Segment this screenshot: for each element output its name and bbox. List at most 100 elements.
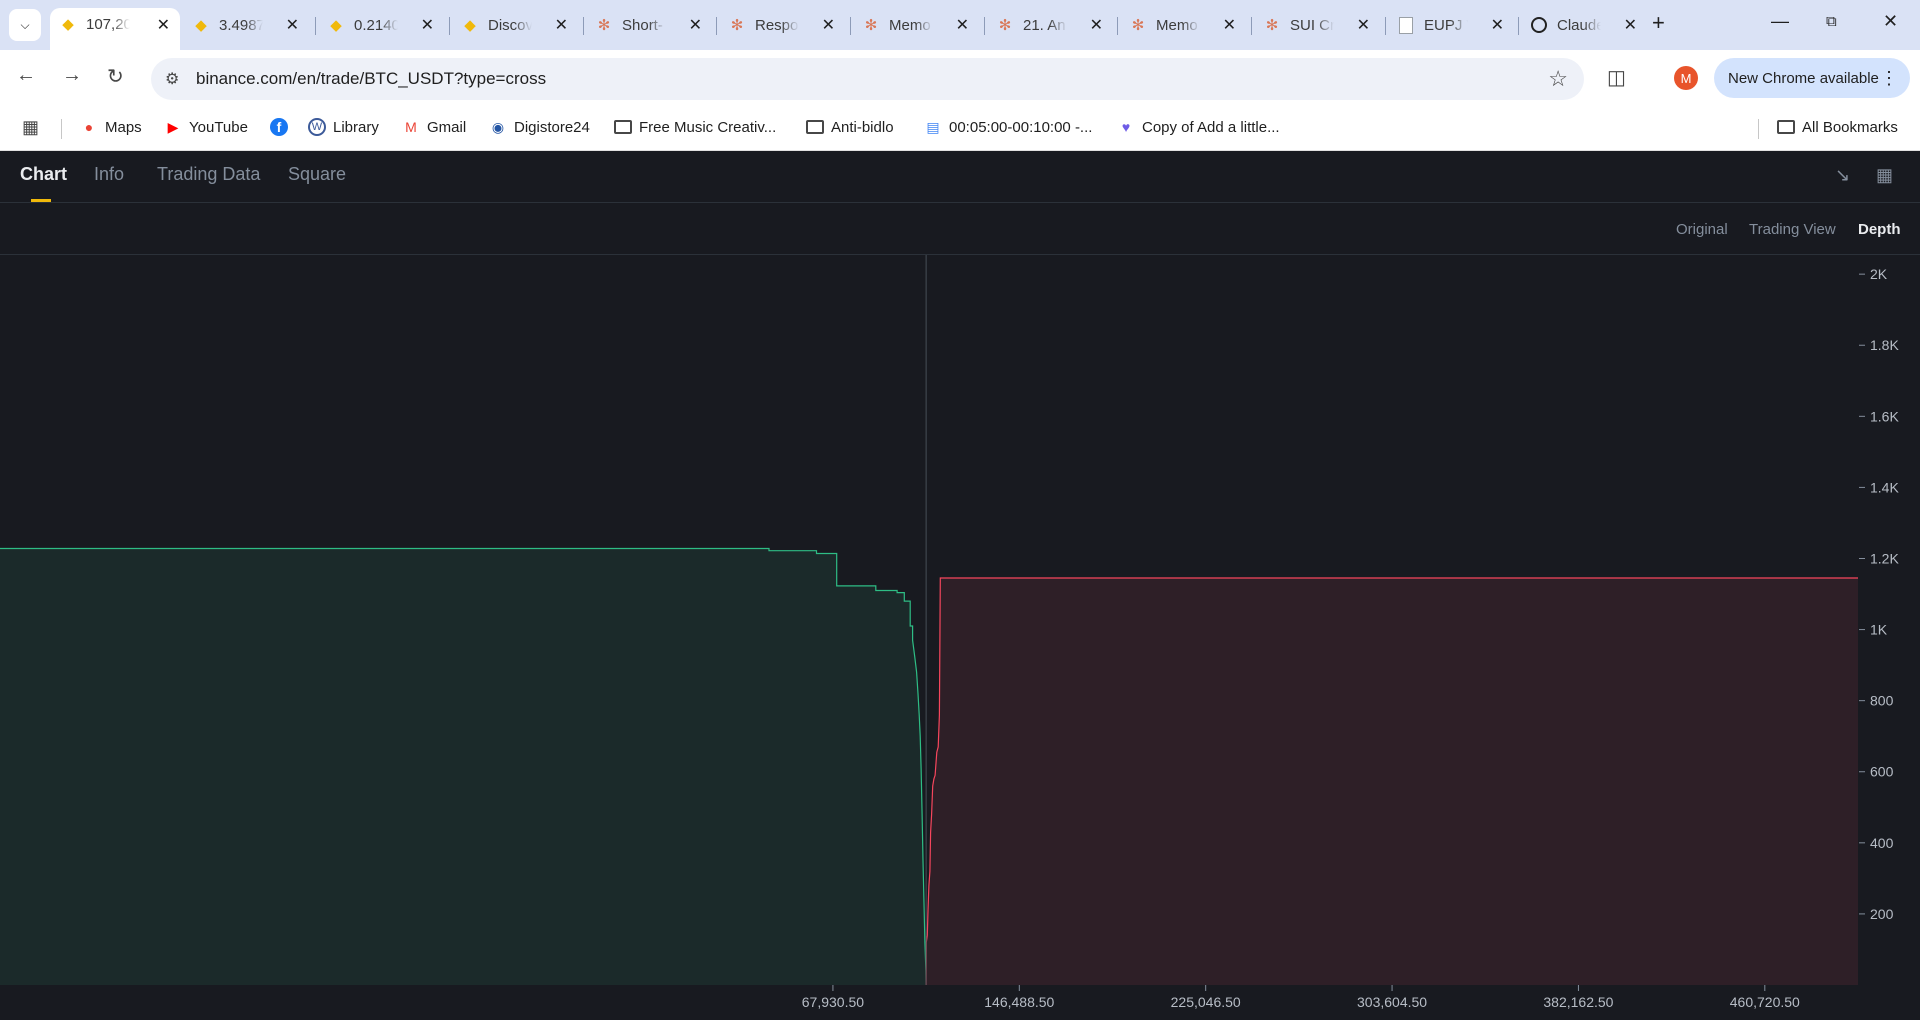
tab-separator [984,17,985,35]
digistore-icon: ◉ [491,118,505,135]
tab-separator [583,17,584,35]
address-bar[interactable]: ⚙ binance.com/en/trade/BTC_USDT?type=cro… [151,58,1584,100]
tab-info[interactable]: Info [94,164,124,185]
update-label: New Chrome available [1728,69,1879,87]
y-axis-tick-label: 2K [1870,266,1888,282]
bookmark-item[interactable]: Free Music Creativ... [614,118,776,136]
depth-chart[interactable]: 2K 1.8K 1.6K 1.4K 1.2K 1K 800 600 400 200 67,930.5… [0,255,1920,1020]
tab-chart[interactable]: Chart [20,164,67,185]
extensions-puzzle-icon[interactable]: ◫ [1607,65,1626,90]
claude-icon: ✻ [597,16,611,34]
facebook-icon: f [270,118,288,136]
close-tab-icon[interactable]: ✕ [822,15,835,35]
close-window-icon[interactable]: ✕ [1883,11,1898,32]
browser-tab[interactable]: ◆ 0.2140 ✕ [318,9,444,41]
browser-tab[interactable]: Claude ✕ [1521,9,1647,41]
tab-separator [1117,17,1118,35]
browser-tab[interactable]: ✻ Short- ✕ [586,9,712,41]
folder-icon [806,118,824,136]
bookmark-item[interactable]: M Gmail [402,118,466,136]
all-bookmarks-button[interactable]: All Bookmarks [1777,118,1898,136]
browser-tab[interactable]: ◆ Discov ✕ [452,9,578,41]
active-tab-indicator [31,199,51,202]
all-bookmarks-label: All Bookmarks [1802,118,1898,136]
back-arrow-icon[interactable]: ← [16,64,36,87]
tab-search-chevron-icon[interactable]: ⌵ [9,9,41,41]
close-tab-icon[interactable]: ✕ [157,15,170,35]
site-settings-icon[interactable]: ⚙ [165,69,179,89]
close-tab-icon[interactable]: ✕ [1624,15,1637,35]
view-depth-button[interactable]: Depth [1858,221,1901,238]
chart-view-switcher: Original Trading View Depth [0,204,1920,255]
minimize-icon[interactable]: — [1771,11,1789,32]
tab-title: 0.2140 [354,16,398,34]
bookmark-item[interactable]: ◉ Digistore24 [489,118,590,136]
claude-icon: ✻ [864,16,878,34]
tab-square[interactable]: Square [288,164,346,185]
bookmark-item[interactable]: W Library [308,118,379,136]
browser-tab[interactable]: ✻ 21. An ✕ [987,9,1113,41]
folder-icon [614,118,632,136]
maps-pin-icon: ● [84,119,94,135]
browser-tab[interactable]: ✻ Respon ✕ [719,9,845,41]
restore-icon[interactable]: ⧉ [1826,13,1837,30]
browser-tab-strip: ⌵ ◆ 107,20 ✕ ◆ 3.4987 ✕ ◆ 0.2140 ✕ ◆ Discov ✕ ✻ Short… [0,0,1920,50]
close-tab-icon[interactable]: ✕ [1090,15,1103,35]
close-tab-icon[interactable]: ✕ [286,15,299,35]
url-text[interactable]: binance.com/en/trade/BTC_USDT?type=cross [196,69,546,89]
view-tradingview-button[interactable]: Trading View [1749,221,1836,238]
collapse-icon[interactable]: ↘ [1835,165,1850,186]
bookmark-label: Gmail [427,118,467,136]
profile-avatar[interactable]: M [1674,66,1698,90]
claude-icon: ✻ [730,16,744,34]
close-tab-icon[interactable]: ✕ [421,15,434,35]
close-tab-icon[interactable]: ✕ [1491,15,1504,35]
tab-separator [315,17,316,35]
forward-arrow-icon[interactable]: → [62,64,82,87]
tab-separator [716,17,717,35]
folder-icon [1777,118,1795,136]
tab-separator [1518,17,1519,35]
layout-grid-icon[interactable]: ▦ [1876,165,1893,186]
close-tab-icon[interactable]: ✕ [956,15,969,35]
close-tab-icon[interactable]: ✕ [689,15,702,35]
tab-separator [449,17,450,35]
binance-icon: ◆ [195,16,207,34]
bookmark-item[interactable]: f [270,118,295,136]
browser-tab[interactable]: ✻ Memo ✕ [1120,9,1246,41]
bookmark-item[interactable]: ▤ 00:05:00-00:10:00 -... [924,118,1092,136]
heart-icon: ♥ [1121,119,1131,135]
claude-icon: ✻ [1131,16,1145,34]
x-axis-tick-label: 67,930.50 [802,994,864,1010]
x-axis-tick-label: 146,488.50 [984,994,1054,1010]
chrome-update-button[interactable]: New Chrome available ⋮ [1714,58,1910,98]
binance-icon: ◆ [62,16,74,33]
new-tab-plus-icon[interactable]: + [1652,10,1665,36]
close-tab-icon[interactable]: ✕ [1223,15,1236,35]
browser-tab[interactable]: ◆ 3.4987 ✕ [183,9,309,41]
y-axis-tick-label: 1.2K [1870,550,1899,566]
browser-tab[interactable]: ◆ 107,20 ✕ [50,8,180,50]
tab-title: Short- [622,16,663,34]
reload-icon[interactable]: ↻ [107,64,124,89]
binance-icon: ◆ [464,16,476,34]
browser-tab[interactable]: ✻ SUI Cr ✕ [1254,9,1380,41]
y-axis-tick-label: 600 [1870,764,1894,780]
browser-tab[interactable]: EUPJ V ✕ [1388,9,1514,41]
tab-title: SUI Cr [1290,16,1334,34]
tab-trading-data[interactable]: Trading Data [157,164,260,185]
bookmark-item[interactable]: ▶ YouTube [164,118,248,136]
close-tab-icon[interactable]: ✕ [555,15,568,35]
view-original-button[interactable]: Original [1676,221,1728,238]
bookmark-item[interactable]: Anti-bidlo [806,118,894,136]
apps-grid-icon[interactable]: ▦ [22,117,39,138]
bookmark-label: Copy of Add a little... [1142,118,1280,136]
tab-title: Memo [1156,16,1198,34]
y-axis-tick-label: 1.6K [1870,408,1899,424]
bookmark-item[interactable]: ♥ Copy of Add a little... [1117,118,1280,136]
bookmark-item[interactable]: ● Maps [80,118,142,136]
bookmark-star-icon[interactable]: ☆ [1548,66,1568,92]
more-menu-icon[interactable]: ⋮ [1880,68,1898,89]
browser-tab[interactable]: ✻ Memo ✕ [853,9,979,41]
close-tab-icon[interactable]: ✕ [1357,15,1370,35]
